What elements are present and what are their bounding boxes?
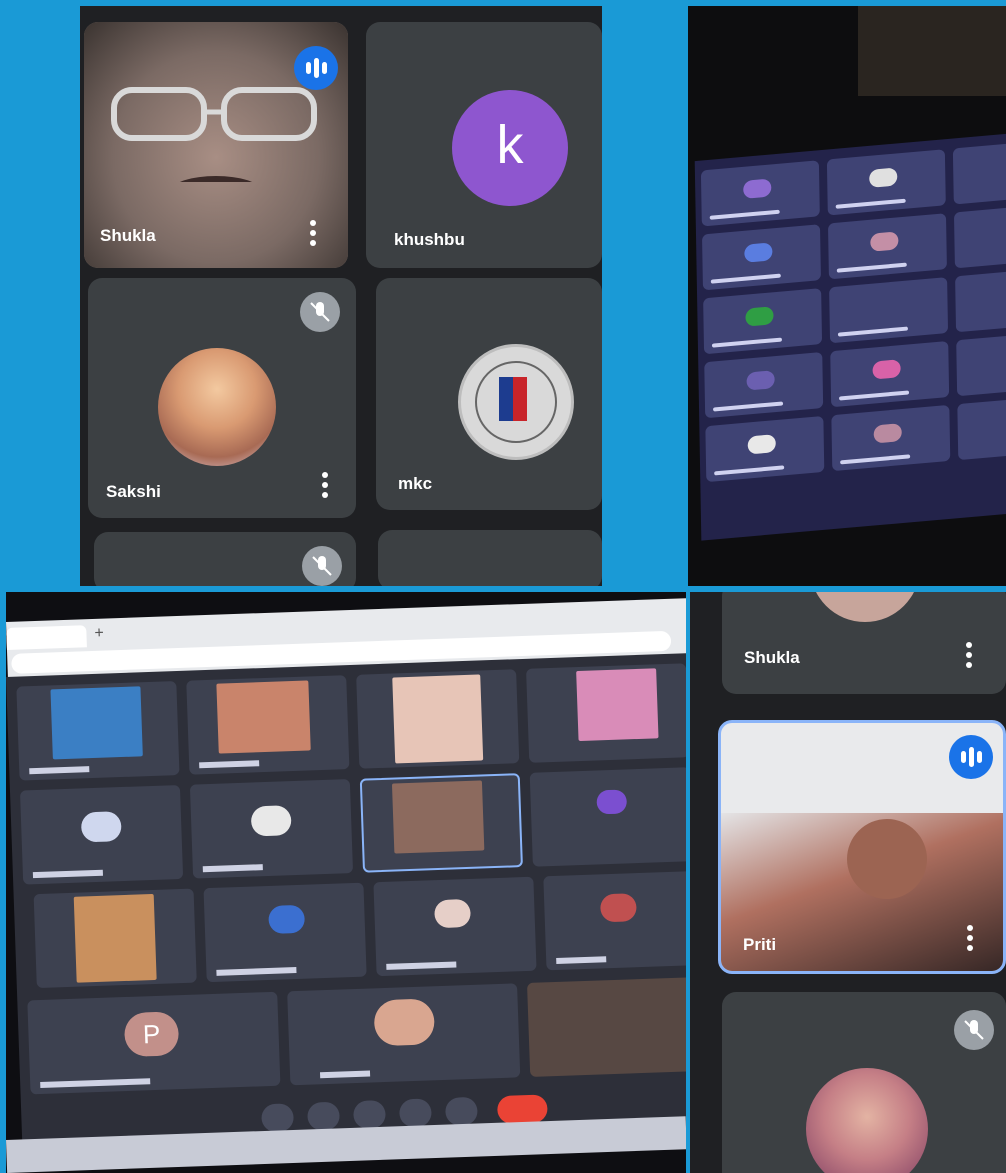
participant-tile-sakshi[interactable]: Sakshi bbox=[88, 278, 356, 518]
mini-tile[interactable] bbox=[702, 224, 821, 291]
browser-tab[interactable] bbox=[6, 625, 87, 650]
end-call-button[interactable] bbox=[496, 1094, 548, 1125]
participant-photo-avatar bbox=[806, 1068, 928, 1173]
grid-tile[interactable] bbox=[189, 779, 354, 879]
mini-tile[interactable] bbox=[705, 415, 825, 483]
meet-laptop-grid-top-right bbox=[688, 6, 1006, 586]
participant-tile-muted[interactable] bbox=[722, 992, 1006, 1173]
meet-phone-grid-bottom-right: Shukla Priti bbox=[690, 592, 1006, 1173]
participant-tile-partial[interactable] bbox=[378, 530, 602, 586]
mini-tile[interactable] bbox=[953, 205, 1006, 269]
mini-tile[interactable] bbox=[826, 149, 946, 216]
more-options-icon[interactable] bbox=[310, 220, 316, 250]
mini-tile[interactable] bbox=[827, 213, 947, 280]
mic-off-icon bbox=[300, 292, 340, 332]
mini-tile[interactable] bbox=[952, 141, 1006, 205]
participant-tile-partial[interactable] bbox=[94, 532, 356, 586]
participant-name: Shukla bbox=[100, 226, 156, 245]
mini-tile[interactable] bbox=[700, 160, 820, 227]
new-tab-icon[interactable]: + bbox=[94, 625, 104, 643]
mini-tile[interactable] bbox=[829, 277, 949, 344]
participant-photo-avatar bbox=[158, 348, 276, 466]
participant-tile-shukla[interactable]: Shukla bbox=[722, 592, 1006, 694]
participant-tile-priti[interactable]: Priti bbox=[718, 720, 1006, 974]
participant-initial-avatar: P bbox=[123, 1011, 180, 1058]
mic-off-icon bbox=[954, 1010, 994, 1050]
mini-tile[interactable] bbox=[956, 333, 1006, 397]
participant-photo-avatar bbox=[810, 592, 920, 622]
participant-name: Sakshi bbox=[106, 482, 161, 501]
grid-tile-large[interactable]: P bbox=[27, 991, 281, 1095]
grid-tile[interactable] bbox=[16, 681, 180, 781]
participant-initial-avatar: k bbox=[452, 90, 568, 206]
grid-tile[interactable] bbox=[529, 767, 686, 867]
grid-tile[interactable] bbox=[543, 871, 686, 971]
captions-button[interactable] bbox=[353, 1100, 386, 1130]
participant-tile-shukla[interactable]: Shukla bbox=[84, 22, 348, 268]
grid-tile[interactable] bbox=[203, 882, 367, 983]
meet-laptop-grid-bottom-left: + P bbox=[6, 592, 686, 1173]
grid-tile[interactable] bbox=[186, 675, 350, 775]
participant-face bbox=[847, 819, 927, 899]
present-button[interactable] bbox=[398, 1098, 432, 1128]
speaking-indicator-icon bbox=[294, 46, 338, 90]
mini-tile[interactable] bbox=[957, 397, 1006, 461]
participant-tile-khushbu[interactable]: k khushbu bbox=[366, 22, 602, 268]
meet-phone-grid-top-left: Shukla k khushbu Sakshi mkc bbox=[80, 6, 602, 586]
grid-tile[interactable] bbox=[356, 669, 520, 769]
grid-tile[interactable] bbox=[33, 888, 197, 989]
more-options-icon[interactable] bbox=[966, 642, 972, 672]
grid-tile[interactable] bbox=[19, 784, 184, 885]
grid-tile[interactable] bbox=[373, 876, 537, 977]
more-options-button[interactable] bbox=[444, 1096, 478, 1126]
grid-tile-speaking[interactable] bbox=[359, 773, 523, 873]
participant-name: khushbu bbox=[394, 230, 465, 249]
mini-tile[interactable] bbox=[955, 269, 1006, 333]
background-shelf bbox=[858, 6, 1006, 96]
grid-tile[interactable] bbox=[287, 983, 521, 1086]
participant-tile-mkc[interactable]: mkc bbox=[376, 278, 602, 510]
organization-logo-avatar bbox=[458, 344, 574, 460]
participant-name: Shukla bbox=[744, 648, 800, 667]
participant-name: mkc bbox=[398, 474, 433, 493]
participant-grid: P bbox=[6, 652, 686, 1157]
mini-tile[interactable] bbox=[831, 404, 951, 472]
participant-name: Priti bbox=[743, 935, 777, 954]
mic-button[interactable] bbox=[261, 1103, 295, 1133]
more-options-icon[interactable] bbox=[967, 925, 973, 955]
grid-tile[interactable] bbox=[526, 976, 686, 1077]
mini-tile[interactable] bbox=[703, 288, 823, 355]
speaking-indicator-icon bbox=[949, 735, 993, 779]
camera-button[interactable] bbox=[307, 1101, 340, 1131]
laptop-screen bbox=[694, 131, 1006, 541]
mini-tile[interactable] bbox=[830, 340, 950, 408]
grid-tile[interactable] bbox=[526, 663, 686, 763]
mic-off-icon bbox=[302, 546, 342, 586]
mini-tile[interactable] bbox=[704, 352, 824, 419]
more-options-icon[interactable] bbox=[322, 472, 328, 502]
